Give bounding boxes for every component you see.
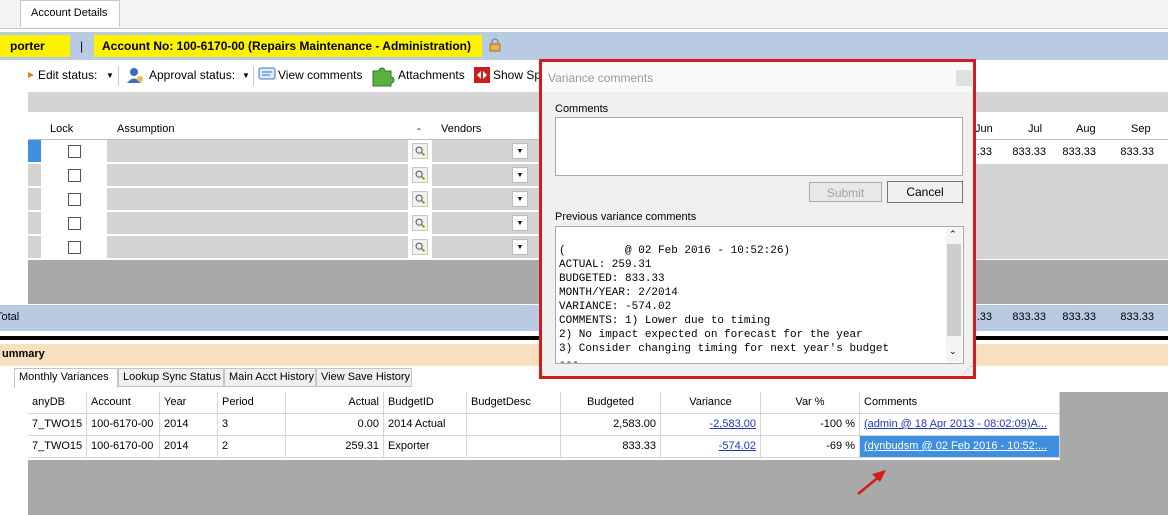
total-label: Total [0,311,30,323]
tab-view-save-history[interactable]: View Save History [316,368,412,387]
col-account[interactable]: Account [87,392,160,414]
tab-lookup-sync-status[interactable]: Lookup Sync Status [118,368,224,387]
total-aug: 833.33 [1062,311,1096,323]
edit-status-icon [28,72,34,78]
cell-varpct[interactable]: -69 % [761,436,860,458]
lock-checkbox[interactable] [68,217,81,230]
show-split-button[interactable]: Show Sp [493,68,541,82]
cell-budgetdesc[interactable] [467,436,561,458]
comment-link[interactable]: (dynbudsm @ 02 Feb 2016 - 10:52:... [864,440,1047,452]
cell-varpct[interactable]: -100 % [761,414,860,436]
cell-period[interactable]: 3 [218,414,286,436]
cell-aug[interactable]: 833.33 [1054,146,1096,158]
col-period[interactable]: Period [218,392,286,414]
cell-jul[interactable]: 833.33 [1004,146,1046,158]
col-variance[interactable]: Variance [661,392,761,414]
lock-checkbox[interactable] [68,145,81,158]
cell-account[interactable]: 100-6170-00 [87,414,160,436]
exporter-label: porter [0,35,70,57]
cell-actual[interactable]: 0.00 [286,414,384,436]
show-split-icon [474,67,490,83]
total-jul: 833.33 [1012,311,1046,323]
col-comments[interactable]: Comments [860,392,1060,414]
col-budgeted[interactable]: Budgeted [561,392,661,414]
col-budgetdesc[interactable]: BudgetDesc [467,392,561,414]
cell-actual[interactable]: 259.31 [286,436,384,458]
tab-monthly-variances[interactable]: Monthly Variances [14,368,118,388]
col-sep[interactable]: Sep [1131,123,1151,135]
summary-empty-area [1060,392,1168,460]
cell-period[interactable]: 2 [218,436,286,458]
edit-status-dropdown[interactable]: Edit status: [38,68,97,82]
annotation-highlight-box [539,59,976,379]
lookup-magnifier-icon[interactable] [412,239,428,255]
col-year[interactable]: Year [160,392,218,414]
comments-icon [258,67,276,80]
view-comments-button[interactable]: View comments [278,68,362,82]
toolbar-divider [253,66,254,86]
total-sep: 833.33 [1120,311,1154,323]
lock-icon [489,38,501,52]
lookup-magnifier-icon[interactable] [412,191,428,207]
col-actual[interactable]: Actual [286,392,384,414]
vendor-dropdown-icon[interactable]: ▼ [512,215,528,231]
cell-companydb[interactable]: 7_TWO15 [28,436,87,458]
col-jul[interactable]: Jul [1028,123,1042,135]
total-label-text: Total [0,311,20,323]
cell-budgetid[interactable]: Exporter [384,436,467,458]
cell-budgeted[interactable]: 833.33 [561,436,661,458]
col-aug[interactable]: Aug [1076,123,1096,135]
lookup-magnifier-icon[interactable] [412,143,428,159]
variance-link[interactable]: -2,583.00 [710,418,756,430]
cell-budgetid[interactable]: 2014 Actual [384,414,467,436]
lock-checkbox[interactable] [68,241,81,254]
approval-user-icon [127,68,143,83]
annotation-arrow-icon [857,470,886,495]
vendor-dropdown-icon[interactable]: ▼ [512,191,528,207]
col-lock[interactable]: Lock [50,123,73,135]
summary-title: ummary [2,348,45,360]
lock-checkbox[interactable] [68,193,81,206]
col-varpct[interactable]: Var % [761,392,860,414]
col-jun[interactable]: Jun [975,123,993,135]
chevron-down-icon[interactable]: ▼ [106,71,114,80]
cell-budgeted[interactable]: 2,583.00 [561,414,661,436]
vendor-dropdown-icon[interactable]: ▼ [512,167,528,183]
col-budgetid[interactable]: BudgetID [384,392,467,414]
toolbar-divider [118,66,119,86]
header-separator: | [80,39,84,53]
col-assumption[interactable]: Assumption [117,123,174,135]
cell-companydb[interactable]: 7_TWO15 [28,414,87,436]
tab-bar [0,0,1168,29]
lock-checkbox[interactable] [68,169,81,182]
col-dash[interactable]: - [417,123,421,135]
cell-sep[interactable]: 833.33 [1112,146,1154,158]
cell-variance[interactable]: -2,583.00 [661,414,761,436]
cell-budgetdesc[interactable] [467,414,561,436]
cell-comments[interactable]: (admin @ 18 Apr 2013 - 08:02:09)A... [860,414,1060,436]
tab-account-details[interactable]: Account Details [20,0,120,27]
comment-link[interactable]: (admin @ 18 Apr 2013 - 08:02:09)A... [864,418,1047,430]
col-vendors[interactable]: Vendors [441,123,481,135]
cell-variance[interactable]: -574.02 [661,436,761,458]
tab-main-acct-history[interactable]: Main Acct History [224,368,316,387]
lookup-magnifier-icon[interactable] [412,167,428,183]
col-companydb[interactable]: anyDB [28,392,87,414]
month-column-cells [964,164,1168,259]
cell-year[interactable]: 2014 [160,414,218,436]
approval-status-dropdown[interactable]: Approval status: [149,68,235,82]
cell-year[interactable]: 2014 [160,436,218,458]
lookup-magnifier-icon[interactable] [412,215,428,231]
chevron-down-icon[interactable]: ▼ [242,71,250,80]
cell-account[interactable]: 100-6170-00 [87,436,160,458]
variance-link[interactable]: -574.02 [719,440,756,452]
attachments-button[interactable]: Attachments [398,68,465,82]
vendor-dropdown-icon[interactable]: ▼ [512,143,528,159]
vendor-dropdown-icon[interactable]: ▼ [512,239,528,255]
summary-empty-area [28,460,1168,515]
account-title: Account No: 100-6170-00 (Repairs Mainten… [94,35,482,57]
attachments-puzzle-icon [372,67,395,87]
row-selector[interactable] [28,140,41,162]
cell-comments-selected[interactable]: (dynbudsm @ 02 Feb 2016 - 10:52:... [860,436,1060,458]
